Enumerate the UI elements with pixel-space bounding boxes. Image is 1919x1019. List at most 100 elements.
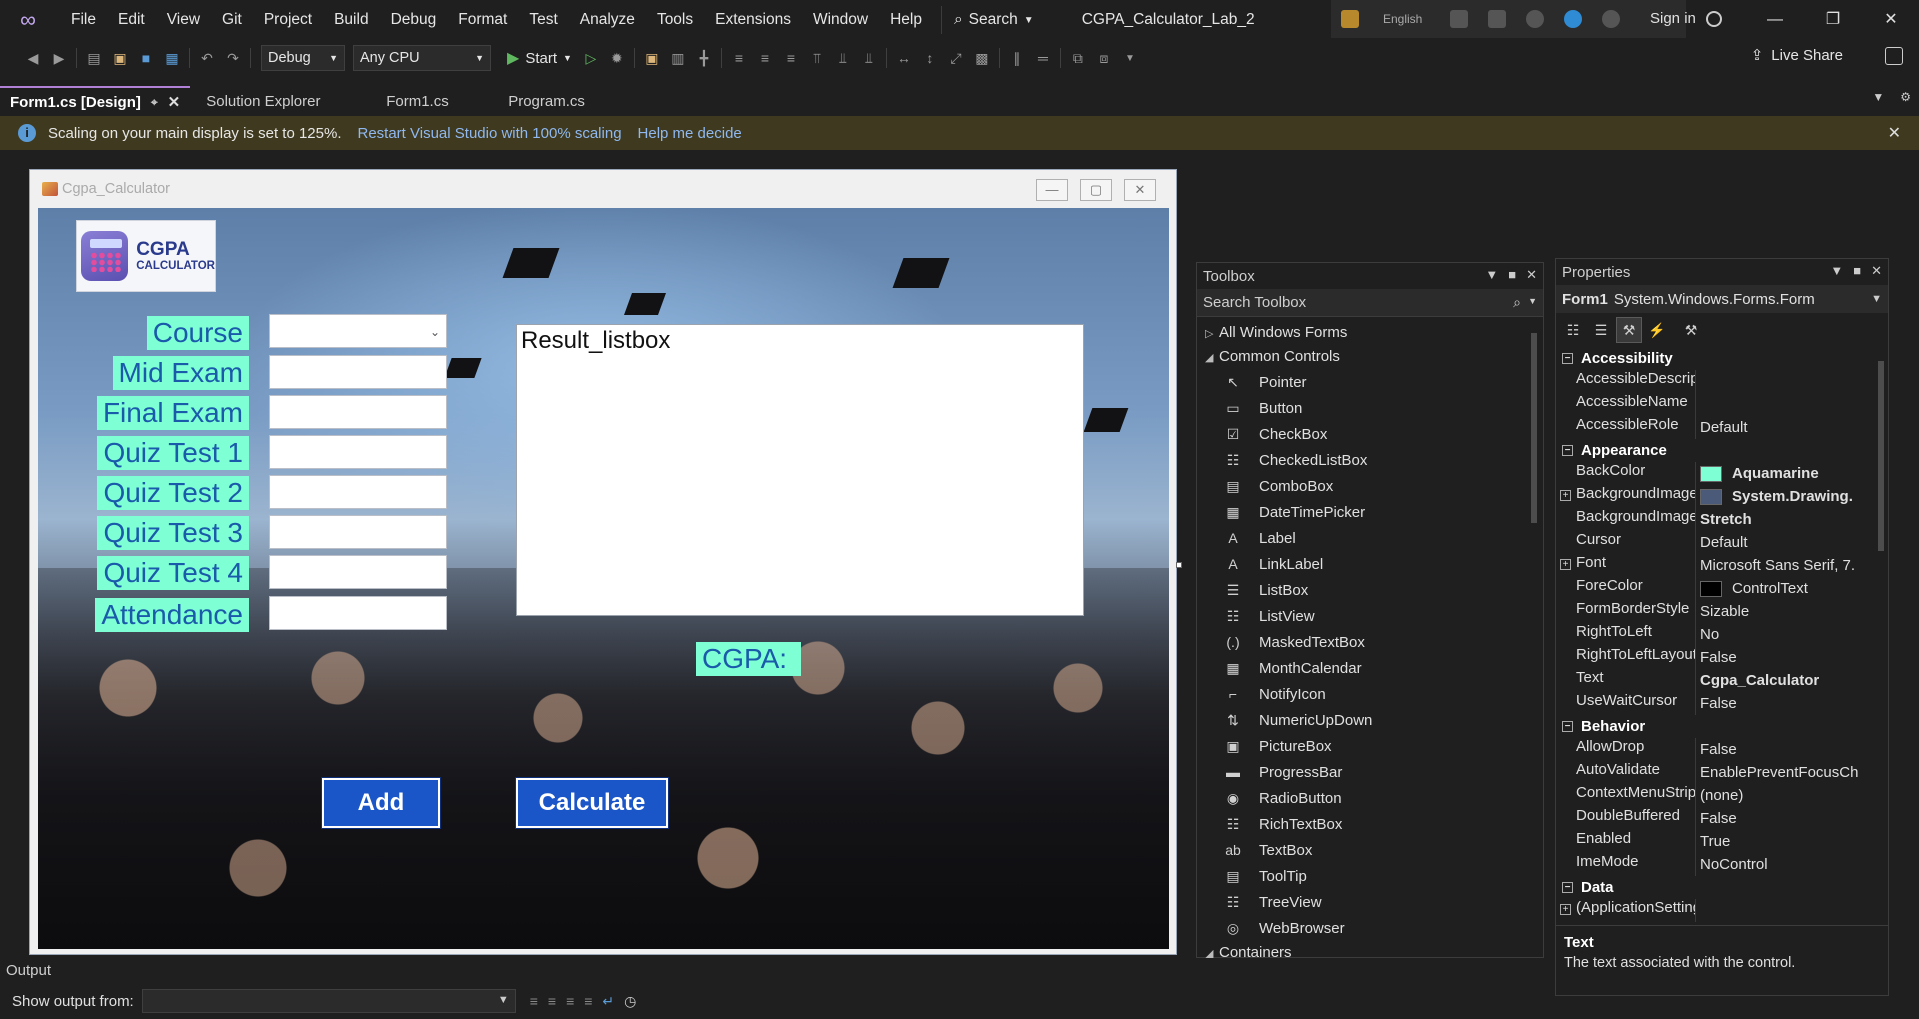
expand-icon[interactable]: + (1560, 490, 1571, 501)
open-folder-icon[interactable]: ▣ (107, 46, 133, 70)
layout-icon[interactable]: ▥ (665, 46, 691, 70)
toolbox-item-checkedlistbox[interactable]: ☷ CheckedListBox (1197, 447, 1543, 473)
property-row-forecolor[interactable]: ForeColor ControlText (1556, 577, 1888, 600)
object-selector-dropdown[interactable]: Form1 System.Windows.Forms.Form ▼ (1556, 285, 1888, 313)
collapse-icon[interactable]: − (1562, 882, 1573, 893)
property-value[interactable]: (none) (1696, 784, 1888, 807)
tab-list-dropdown-icon[interactable]: ▼ (1872, 90, 1884, 104)
visual-studio-logo-icon[interactable]: ∞ (12, 8, 44, 32)
categorized-icon[interactable]: ☷ (1560, 317, 1586, 343)
property-value[interactable]: NoControl (1696, 853, 1888, 876)
calculate-button[interactable]: Calculate (515, 777, 669, 829)
align-bottoms-icon[interactable]: ⫫ (856, 46, 882, 70)
toolbox-item-treeview[interactable]: ☷ TreeView (1197, 889, 1543, 915)
make-same-height-icon[interactable]: ↕ (917, 46, 943, 70)
cgpa-label[interactable]: CGPA: (696, 642, 802, 676)
panel-maximize-icon[interactable]: ■ (1853, 263, 1861, 279)
property-value[interactable]: EnablePreventFocusCh (1696, 761, 1888, 784)
add-button[interactable]: Add (321, 777, 441, 829)
toolbox-item-radiobutton[interactable]: ◉ RadioButton (1197, 785, 1543, 811)
properties-view-icon[interactable]: ⚒ (1616, 317, 1642, 343)
panel-close-icon[interactable]: ✕ (1526, 267, 1537, 283)
quiz-test-4-textbox[interactable] (269, 555, 447, 589)
property-row-accessiblerole[interactable]: AccessibleRole Default (1556, 416, 1888, 439)
redo-icon[interactable]: ↷ (220, 46, 246, 70)
toolbox-item-checkbox[interactable]: ☑ CheckBox (1197, 421, 1543, 447)
mid-exam-textbox[interactable] (269, 355, 447, 389)
quiz-test-2-label[interactable]: Quiz Test 2 (97, 476, 249, 510)
quiz-test-4-label[interactable]: Quiz Test 4 (97, 556, 249, 590)
cloud-icon[interactable] (1450, 10, 1469, 28)
menu-view[interactable]: View (156, 0, 211, 40)
property-value[interactable]: True (1696, 830, 1888, 853)
word-wrap-icon[interactable]: ↵ (602, 993, 614, 1010)
make-same-width-icon[interactable]: ↔ (891, 46, 917, 70)
toolbox-item-numericupdown[interactable]: ⇅ NumericUpDown (1197, 707, 1543, 733)
property-value[interactable]: False (1696, 646, 1888, 669)
pin-icon[interactable]: ⌖ (151, 95, 158, 110)
property-row-backgroundimagela[interactable]: BackgroundImageLa Stretch (1556, 508, 1888, 531)
live-share-button[interactable]: ⇪ Live Share (1751, 46, 1843, 65)
collapse-icon[interactable]: − (1562, 445, 1573, 456)
output-source-dropdown[interactable]: ▼ (141, 989, 516, 1013)
toolbox-item-datetimepicker[interactable]: ▦ DateTimePicker (1197, 499, 1543, 525)
toolbox-item-monthcalendar[interactable]: ▦ MonthCalendar (1197, 655, 1543, 681)
property-row-formborderstyle[interactable]: FormBorderStyle Sizable (1556, 600, 1888, 623)
vertical-spacing-icon[interactable]: ═ (1030, 46, 1056, 70)
mid-exam-label[interactable]: Mid Exam (112, 356, 249, 390)
configuration-dropdown[interactable]: Debug ▼ (261, 45, 345, 71)
align-lefts-icon[interactable]: ≡ (726, 46, 752, 70)
property-category-data[interactable]: − Data (1556, 876, 1888, 899)
clock-icon[interactable]: ◷ (624, 993, 636, 1010)
property-row-text[interactable]: Text Cgpa_Calculator (1556, 669, 1888, 692)
property-row-righttoleft[interactable]: RightToLeft No (1556, 623, 1888, 646)
back-icon[interactable]: ◀ (20, 46, 46, 70)
property-row-accessiblename[interactable]: AccessibleName (1556, 393, 1888, 416)
form-close-button[interactable]: ✕ (1124, 179, 1156, 201)
form-resize-handle[interactable] (1176, 562, 1182, 568)
toolbox-group-common-controls[interactable]: ◢ Common Controls (1197, 345, 1543, 369)
expand-icon[interactable]: + (1560, 559, 1571, 570)
menu-analyze[interactable]: Analyze (569, 0, 646, 40)
property-row-enabled[interactable]: Enabled True (1556, 830, 1888, 853)
menu-file[interactable]: File (60, 0, 107, 40)
property-row-righttoleftlayout[interactable]: RightToLeftLayout False (1556, 646, 1888, 669)
toolbox-item-button[interactable]: ▭ Button (1197, 395, 1543, 421)
result-listbox[interactable]: Result_listbox (516, 324, 1084, 616)
menu-tools[interactable]: Tools (646, 0, 704, 40)
property-value[interactable]: False (1696, 807, 1888, 830)
property-pages-wrench-icon[interactable]: ⚒ (1678, 317, 1704, 343)
toolbox-item-label[interactable]: A Label (1197, 525, 1543, 551)
form-title-bar[interactable]: Cgpa_Calculator — ▢ ✕ (30, 170, 1176, 208)
align-tops-icon[interactable]: ⫪ (804, 46, 830, 70)
toolbox-item-linklabel[interactable]: A LinkLabel (1197, 551, 1543, 577)
close-infobar-icon[interactable]: ✕ (1888, 123, 1901, 143)
property-value[interactable]: Default (1696, 531, 1888, 554)
property-row-autovalidate[interactable]: AutoValidate EnablePreventFocusCh (1556, 761, 1888, 784)
toolbox-group-all-windows-forms[interactable]: ▷ All Windows Forms (1197, 321, 1543, 345)
menu-format[interactable]: Format (447, 0, 518, 40)
next-message-icon[interactable]: ≡ (566, 993, 574, 1010)
settings-gear-icon[interactable]: ⚙ (1900, 90, 1911, 104)
previous-message-icon[interactable]: ≡ (548, 993, 556, 1010)
cgpa-logo-picturebox[interactable]: CGPA CALCULATOR (76, 220, 216, 292)
toolbox-item-webbrowser[interactable]: ◎ WebBrowser (1197, 915, 1543, 941)
property-row-backgroundimage[interactable]: + BackgroundImage System.Drawing. (1556, 485, 1888, 508)
property-row-imemode[interactable]: ImeMode NoControl (1556, 853, 1888, 876)
form-maximize-button[interactable]: ▢ (1080, 179, 1112, 201)
quiz-test-1-label[interactable]: Quiz Test 1 (97, 436, 249, 470)
horizontal-spacing-icon[interactable]: ∥ (1004, 46, 1030, 70)
clear-all-icon[interactable]: ≡ (584, 993, 592, 1010)
hot-reload-icon[interactable]: ✹ (604, 46, 630, 70)
new-project-icon[interactable]: ▤ (81, 46, 107, 70)
close-window-button[interactable]: ✕ (1862, 0, 1919, 40)
sign-in-link[interactable]: Sign in (1650, 0, 1696, 38)
panel-dropdown-icon[interactable]: ▼ (1830, 263, 1843, 279)
collapse-icon[interactable]: − (1562, 721, 1573, 732)
save-icon[interactable]: ■ (133, 46, 159, 70)
send-to-back-icon[interactable]: ⧈ (1091, 46, 1117, 70)
menu-edit[interactable]: Edit (107, 0, 156, 40)
toolbar-overflow-icon[interactable]: ▼ (1117, 46, 1143, 70)
search-button[interactable]: ⌕ Search ▼ (940, 6, 1046, 34)
find-message-icon[interactable]: ≡ (530, 993, 538, 1010)
